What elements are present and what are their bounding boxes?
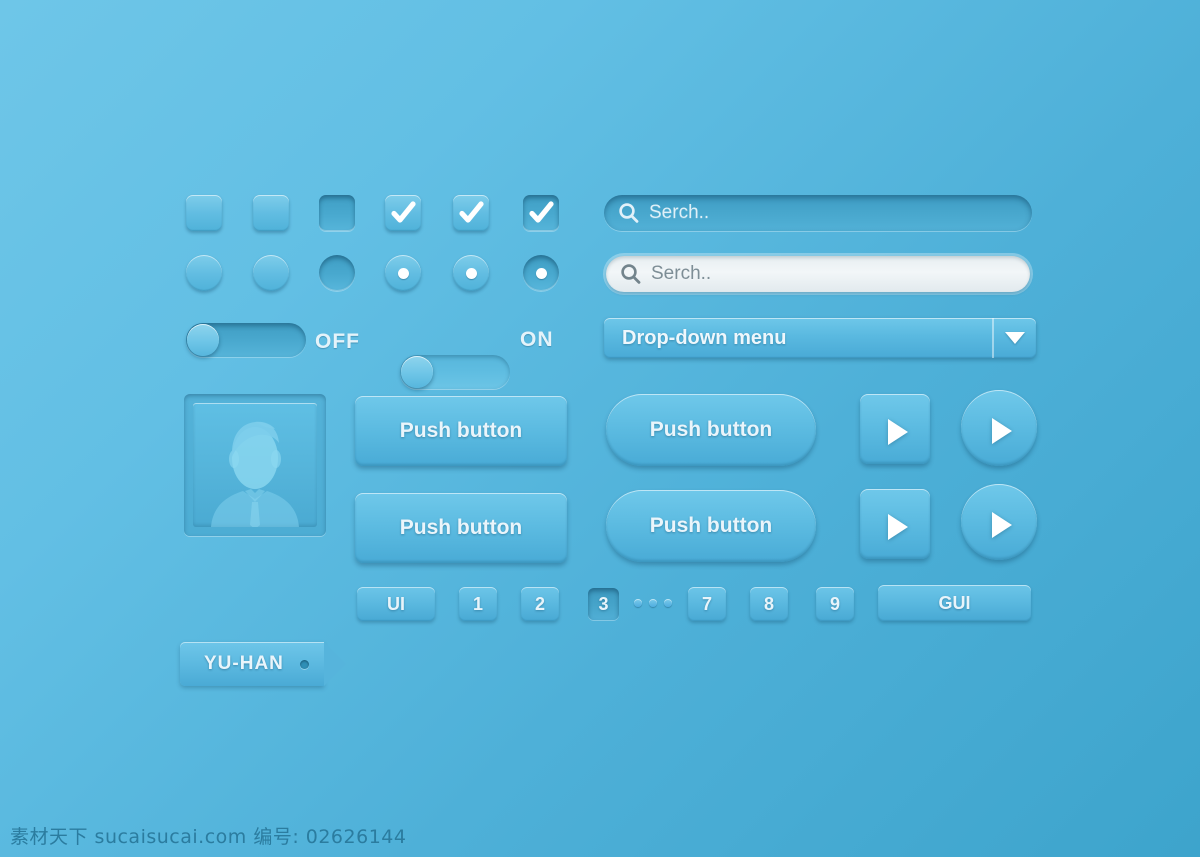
check-icon [529,201,554,223]
search-icon [619,203,639,223]
avatar-image [193,403,317,527]
checkbox-checked-pressed[interactable] [523,195,559,231]
toggle-off-label: OFF [315,330,360,353]
check-icon [391,201,416,223]
pagination-item-3-active[interactable]: 3 [588,588,619,620]
pagination-ellipsis [634,599,672,607]
dropdown-toggle-button[interactable] [992,318,1036,358]
watermark: 素材天下 sucaisucai.com 编号: 02626144 [10,826,407,848]
radio-unselected-1[interactable] [186,255,222,291]
toggle-switch-on[interactable] [400,355,510,389]
play-button-circle-bottom[interactable] [961,484,1037,560]
checkbox-unchecked-2[interactable] [253,195,289,231]
pagination-item-2[interactable]: 2 [521,587,559,621]
pagination-label: 2 [534,593,545,614]
radio-dot [535,267,547,279]
tag-yu-han[interactable]: YU-HAN [180,642,346,686]
check-icon [459,201,484,223]
pagination-label: UI [387,593,405,614]
push-button-pill-top[interactable]: Push button [606,394,816,466]
radio-selected-2[interactable] [453,255,489,291]
dropdown-selected-label[interactable]: Drop-down menu [604,318,992,358]
push-button-rect-top-label: Push button [399,419,523,442]
push-button-rect-bottom-label: Push button [399,516,523,539]
ui-kit-canvas: OFF ON Serch.. Serch.. Drop-down menu Pu… [0,0,1200,857]
radio-selected-pressed[interactable] [523,255,559,291]
gui-button[interactable]: GUI [878,585,1031,621]
search-input-dark[interactable]: Serch.. [649,202,709,224]
play-icon [991,512,1012,538]
dropdown-menu[interactable]: Drop-down menu [604,318,1036,358]
radio-unselected-2[interactable] [253,255,289,291]
radio-selected-1[interactable] [385,255,421,291]
person-silhouette-icon [211,421,299,527]
ellipsis-dot [634,599,642,607]
push-button-pill-bottom-label: Push button [649,514,773,537]
search-input-light[interactable]: Serch.. [651,263,711,285]
search-bar-dark[interactable]: Serch.. [604,195,1032,231]
checkbox-unchecked-pressed[interactable] [319,195,355,231]
pagination-item-9[interactable]: 9 [816,587,854,621]
pagination-item-8[interactable]: 8 [750,587,788,621]
search-bar-light[interactable]: Serch.. [606,256,1030,292]
gui-button-label: GUI [938,592,971,613]
play-button-square-top[interactable] [860,394,930,464]
push-button-pill-bottom[interactable]: Push button [606,490,816,562]
play-button-square-bottom[interactable] [860,489,930,559]
pagination-item-ui[interactable]: UI [357,587,435,621]
ellipsis-dot [649,599,657,607]
pagination-label: 8 [763,593,774,614]
radio-dot [465,267,477,279]
play-icon [887,514,908,540]
toggle-knob[interactable] [401,356,433,388]
push-button-rect-top[interactable]: Push button [355,396,567,466]
toggle-knob[interactable] [187,324,219,356]
pagination-label: 7 [701,593,712,614]
pagination-item-1[interactable]: 1 [459,587,497,621]
pagination-label: 3 [598,593,609,614]
checkbox-checked-2[interactable] [453,195,489,231]
checkbox-unchecked-1[interactable] [186,195,222,231]
checkbox-checked-1[interactable] [385,195,421,231]
play-icon [991,418,1012,444]
toggle-on-label: ON [520,328,554,351]
push-button-pill-top-label: Push button [649,418,773,441]
search-icon [621,264,641,284]
tag-hole-icon [299,659,309,669]
tag-arrow-point [324,642,346,686]
avatar[interactable] [184,394,326,536]
pagination-label: 9 [829,593,840,614]
play-button-circle-top[interactable] [961,390,1037,466]
pagination-item-7[interactable]: 7 [688,587,726,621]
push-button-rect-bottom[interactable]: Push button [355,493,567,563]
tag-label: YU-HAN [204,653,284,674]
toggle-switch-off[interactable] [186,323,306,357]
pagination-label: 1 [472,593,483,614]
ellipsis-dot [664,599,672,607]
radio-unselected-pressed[interactable] [319,255,355,291]
play-icon [887,419,908,445]
chevron-down-icon [1005,332,1025,344]
radio-dot [397,267,409,279]
